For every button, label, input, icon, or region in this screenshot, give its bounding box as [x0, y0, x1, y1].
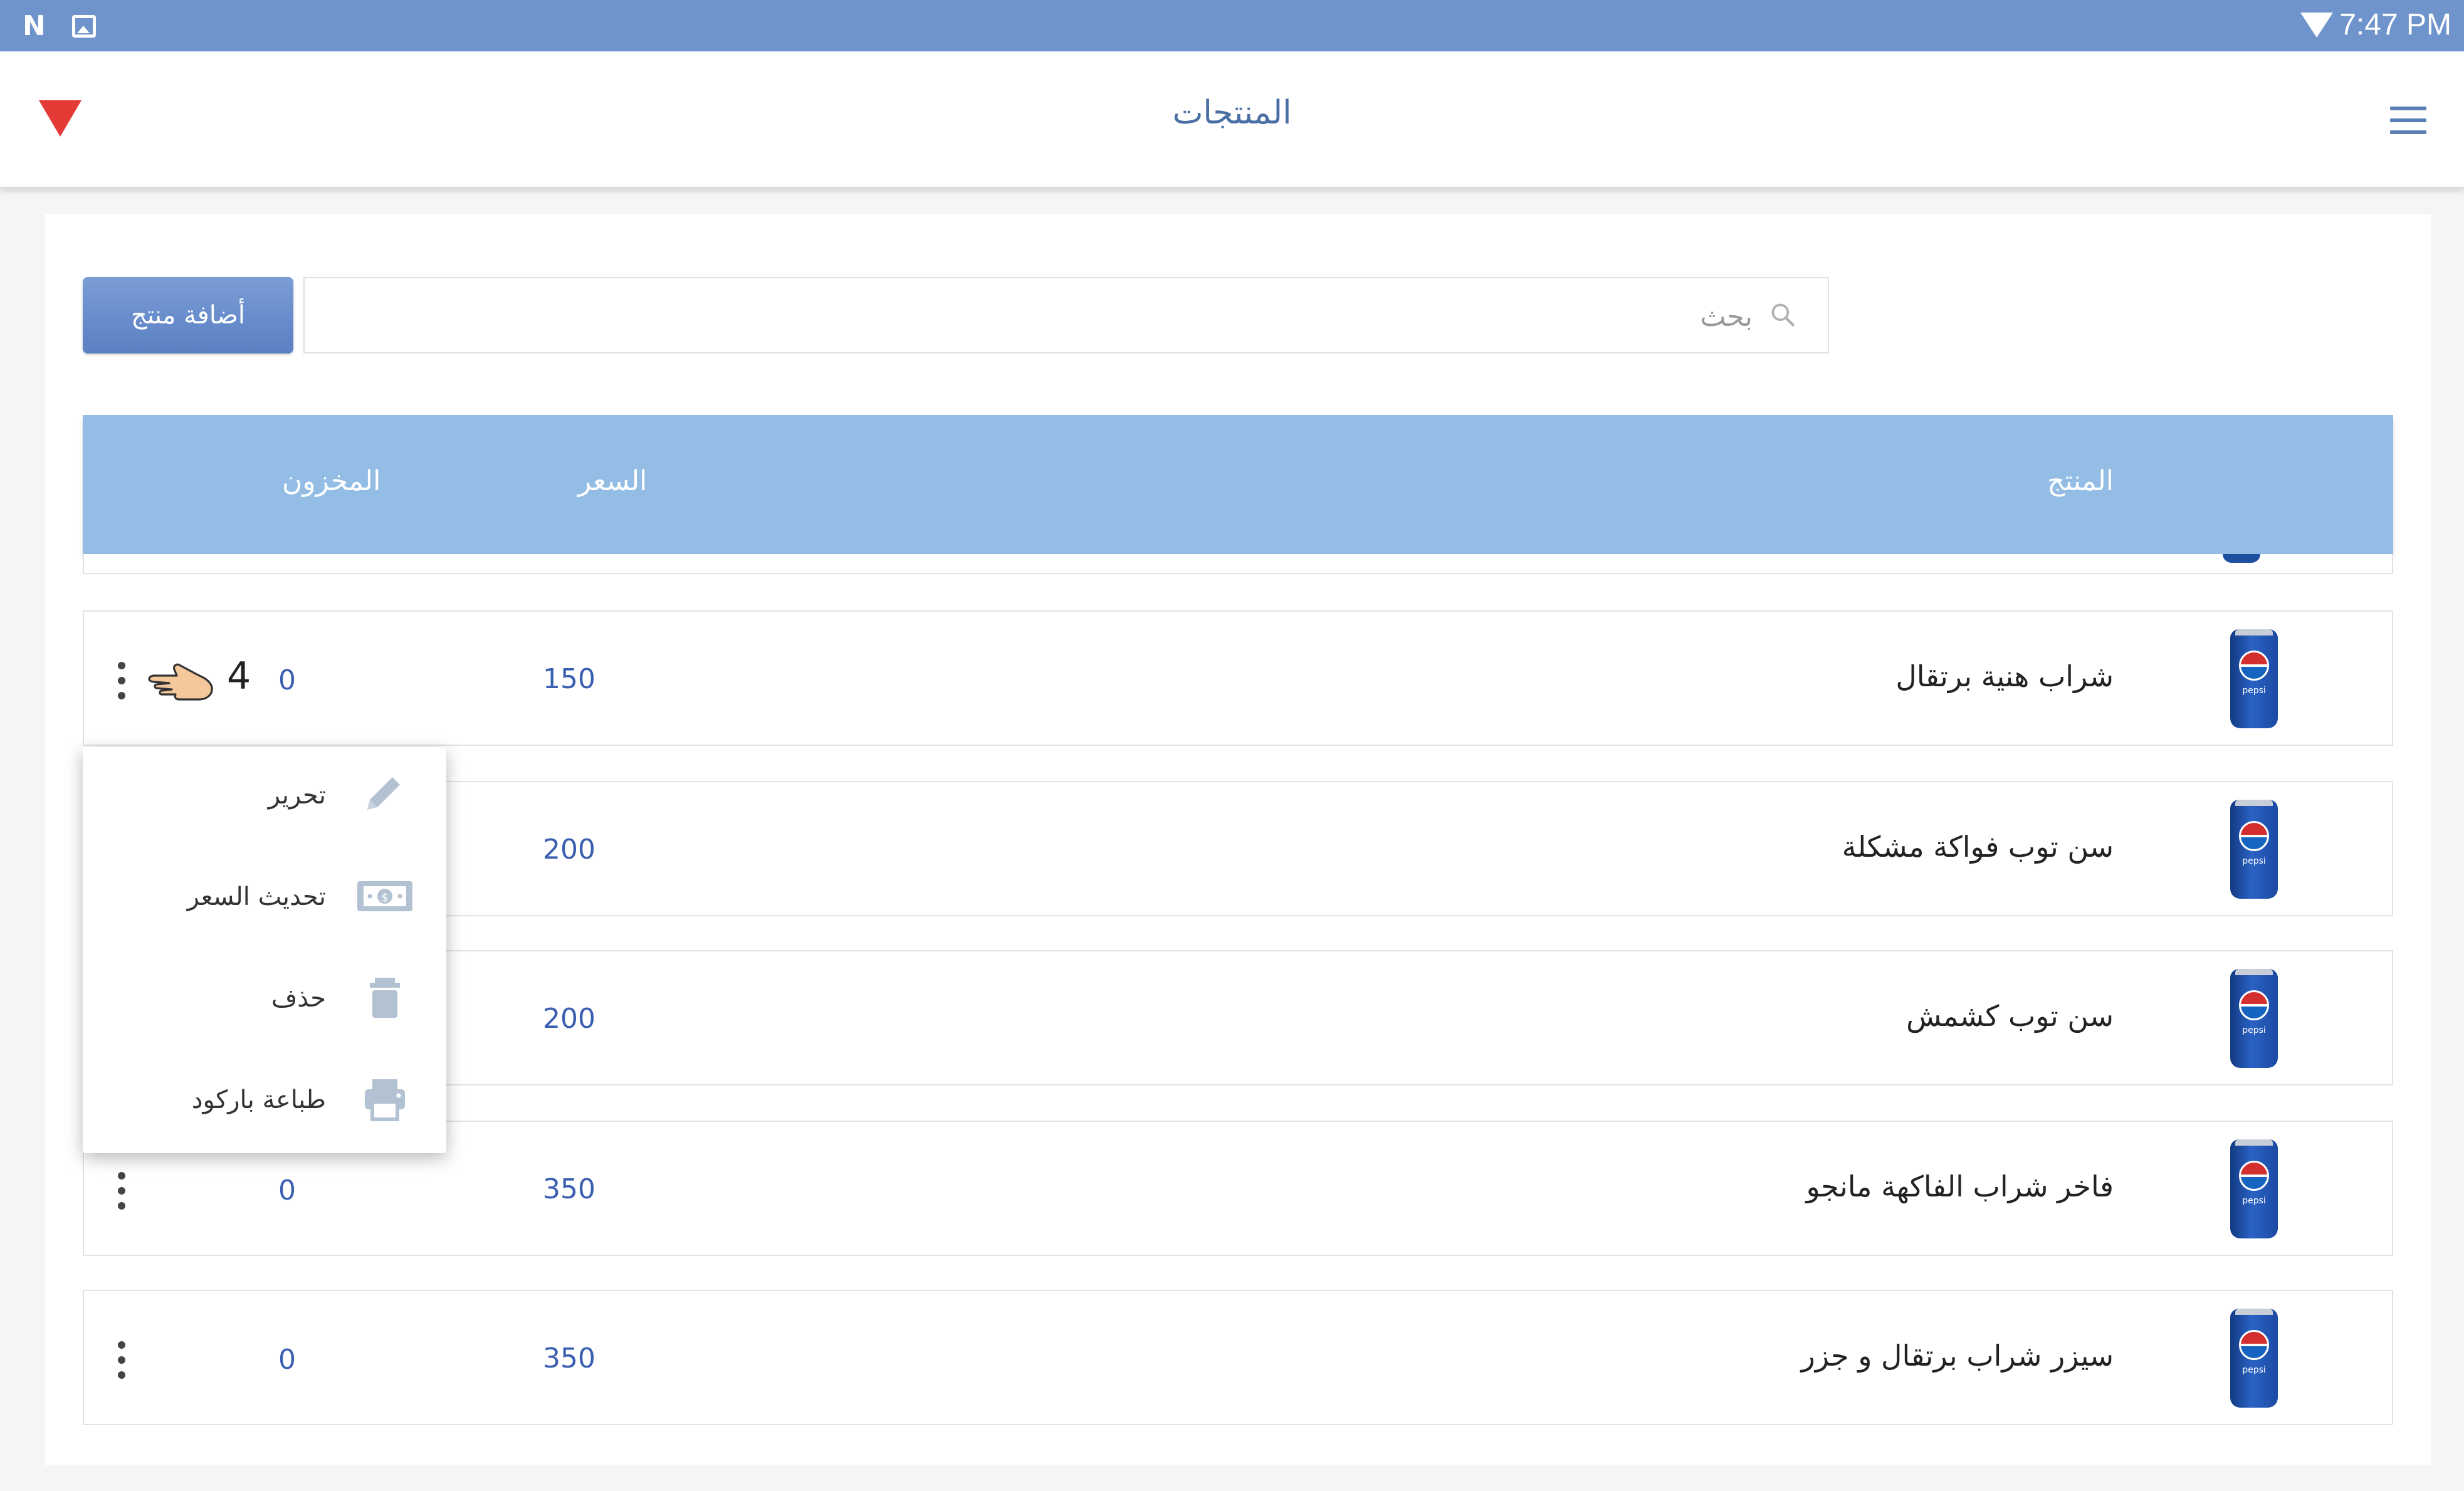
menu-item-label: تحرير	[268, 781, 326, 810]
product-name: فاخر شراب الفاكهة مانجو	[1806, 1169, 2114, 1203]
product-stock: 0	[278, 1344, 296, 1376]
menu-item-print-barcode[interactable]: طباعة باركود	[83, 1052, 446, 1153]
product-name: سيزر شراب برتقال و جزر	[1801, 1339, 2114, 1373]
product-image	[2223, 554, 2260, 563]
notification-n-icon: N	[23, 10, 46, 42]
trash-icon	[370, 978, 400, 1018]
menu-item-update-price[interactable]: $ تحديث السعر	[83, 849, 446, 950]
page-title: المنتجات	[1172, 94, 1292, 132]
gallery-icon	[71, 15, 96, 38]
menu-item-edit[interactable]: تحرير	[83, 747, 446, 849]
product-name: شراب هنية برتقال	[1895, 659, 2114, 693]
menu-item-label: حذف	[271, 984, 326, 1013]
product-price: 150	[543, 663, 595, 695]
search-input[interactable]	[374, 295, 1753, 338]
product-brand: pepsi	[2242, 1196, 2266, 1206]
product-image: pepsi	[2230, 800, 2278, 899]
menu-item-delete[interactable]: حذف	[83, 950, 446, 1052]
status-time: 7:47 PM	[2339, 8, 2451, 41]
product-image: pepsi	[2230, 629, 2278, 728]
product-brand: pepsi	[2242, 1365, 2266, 1375]
pencil-icon	[367, 777, 400, 810]
pepsi-logo-icon	[2239, 821, 2269, 851]
menu-item-label: طباعة باركود	[191, 1086, 326, 1114]
product-price: 200	[543, 1003, 595, 1035]
pepsi-logo-icon	[2239, 1161, 2269, 1191]
product-price: 200	[543, 834, 595, 866]
svg-text:$: $	[381, 891, 388, 904]
search-icon	[1771, 303, 1795, 327]
status-bar: N 7:47 PM	[0, 0, 2464, 51]
column-header-price: السعر	[578, 465, 647, 497]
product-price: 350	[543, 1342, 595, 1374]
pepsi-logo-icon	[2239, 651, 2269, 681]
money-icon: $	[357, 881, 412, 911]
column-header-product: المنتج	[2047, 465, 2114, 497]
table-row[interactable]: pepsi شراب هنية برتقال 150 0 4	[83, 610, 2393, 746]
table-row-partial	[83, 554, 2393, 574]
app-bar: المنتجات	[0, 51, 2464, 188]
pointing-hand-icon	[148, 663, 213, 701]
product-brand: pepsi	[2242, 1025, 2266, 1035]
pepsi-logo-icon	[2239, 990, 2269, 1020]
hamburger-menu-icon[interactable]	[2390, 107, 2426, 134]
row-more-menu-icon[interactable]	[118, 1341, 127, 1379]
menu-item-label: تحديث السعر	[187, 882, 326, 911]
products-card: أضافة منتج المنتج السعر المخزون pepsi شر…	[45, 214, 2431, 1465]
product-stock: 0	[278, 664, 296, 696]
product-stock: 0	[278, 1174, 296, 1206]
product-brand: pepsi	[2242, 686, 2266, 696]
table-row[interactable]: pepsi سيزر شراب برتقال و جزر 350 0	[83, 1290, 2393, 1425]
product-image: pepsi	[2230, 969, 2278, 1068]
product-brand: pepsi	[2242, 856, 2266, 866]
product-image: pepsi	[2230, 1309, 2278, 1408]
product-image: pepsi	[2230, 1139, 2278, 1238]
product-name: سن توب فواكة مشكلة	[1842, 830, 2114, 864]
row-more-menu-icon[interactable]	[118, 662, 127, 699]
pepsi-logo-icon	[2239, 1330, 2269, 1360]
printer-icon	[365, 1079, 405, 1121]
wifi-icon	[2300, 12, 2334, 38]
pointer-badge: 4	[227, 654, 251, 698]
column-header-stock: المخزون	[282, 465, 381, 497]
table-header: المنتج السعر المخزون	[83, 415, 2393, 554]
row-more-menu-icon[interactable]	[118, 1172, 127, 1210]
add-product-button[interactable]: أضافة منتج	[83, 277, 293, 353]
search-box	[303, 277, 1829, 353]
row-context-menu: تحرير $ تحديث السعر حذف طباعة باركود	[83, 747, 446, 1153]
product-price: 350	[543, 1173, 595, 1205]
product-name: سن توب كشمش	[1906, 999, 2114, 1033]
